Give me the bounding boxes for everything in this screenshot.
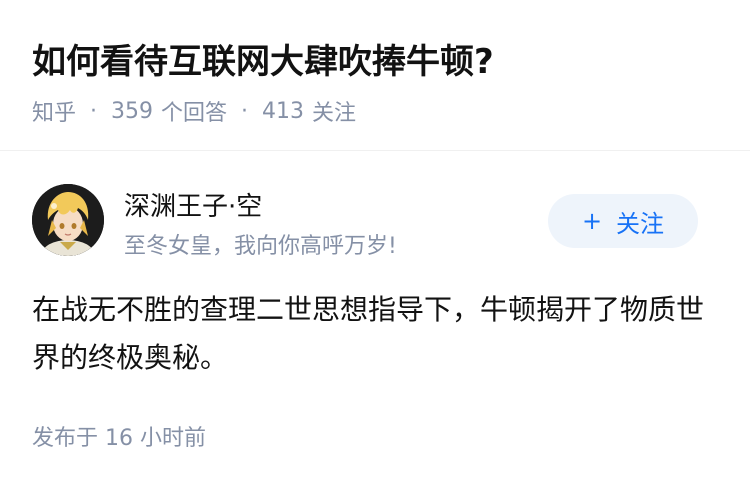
publish-time: 发布于 16 小时前 xyxy=(32,426,206,451)
meta-separator: · xyxy=(241,98,249,124)
meta-separator: · xyxy=(90,98,98,124)
author-name[interactable]: 深渊王子·空 xyxy=(124,186,262,223)
answers-count: 359 xyxy=(111,98,154,124)
avatar[interactable] xyxy=(32,184,104,256)
question-title[interactable]: 如何看待互联网大肆吹捧牛顿? xyxy=(32,34,494,83)
author-row: 深渊王子·空 至冬女皇，我向你高呼万岁! + 关注 xyxy=(32,182,718,259)
followers-count: 413 xyxy=(262,98,305,124)
follow-button-label: 关注 xyxy=(616,209,665,238)
question-meta: 知乎 · 359 个回答 · 413 关注 xyxy=(32,95,356,127)
question-header: 如何看待互联网大肆吹捧牛顿? 知乎 · 359 个回答 · 413 关注 xyxy=(0,0,750,151)
followers-label: 关注 xyxy=(312,101,357,126)
source-label[interactable]: 知乎 xyxy=(32,95,76,127)
answer-content[interactable]: 在战无不胜的查理二世思想指导下，牛顿揭开了物质世界的终极奥秘。 xyxy=(32,286,712,382)
author-bio: 至冬女皇，我向你高呼万岁! xyxy=(124,234,397,259)
follow-button[interactable]: + 关注 xyxy=(548,194,698,248)
plus-icon: + xyxy=(581,207,603,235)
answers-label: 个回答 xyxy=(161,101,228,126)
avatar-image xyxy=(32,184,104,256)
